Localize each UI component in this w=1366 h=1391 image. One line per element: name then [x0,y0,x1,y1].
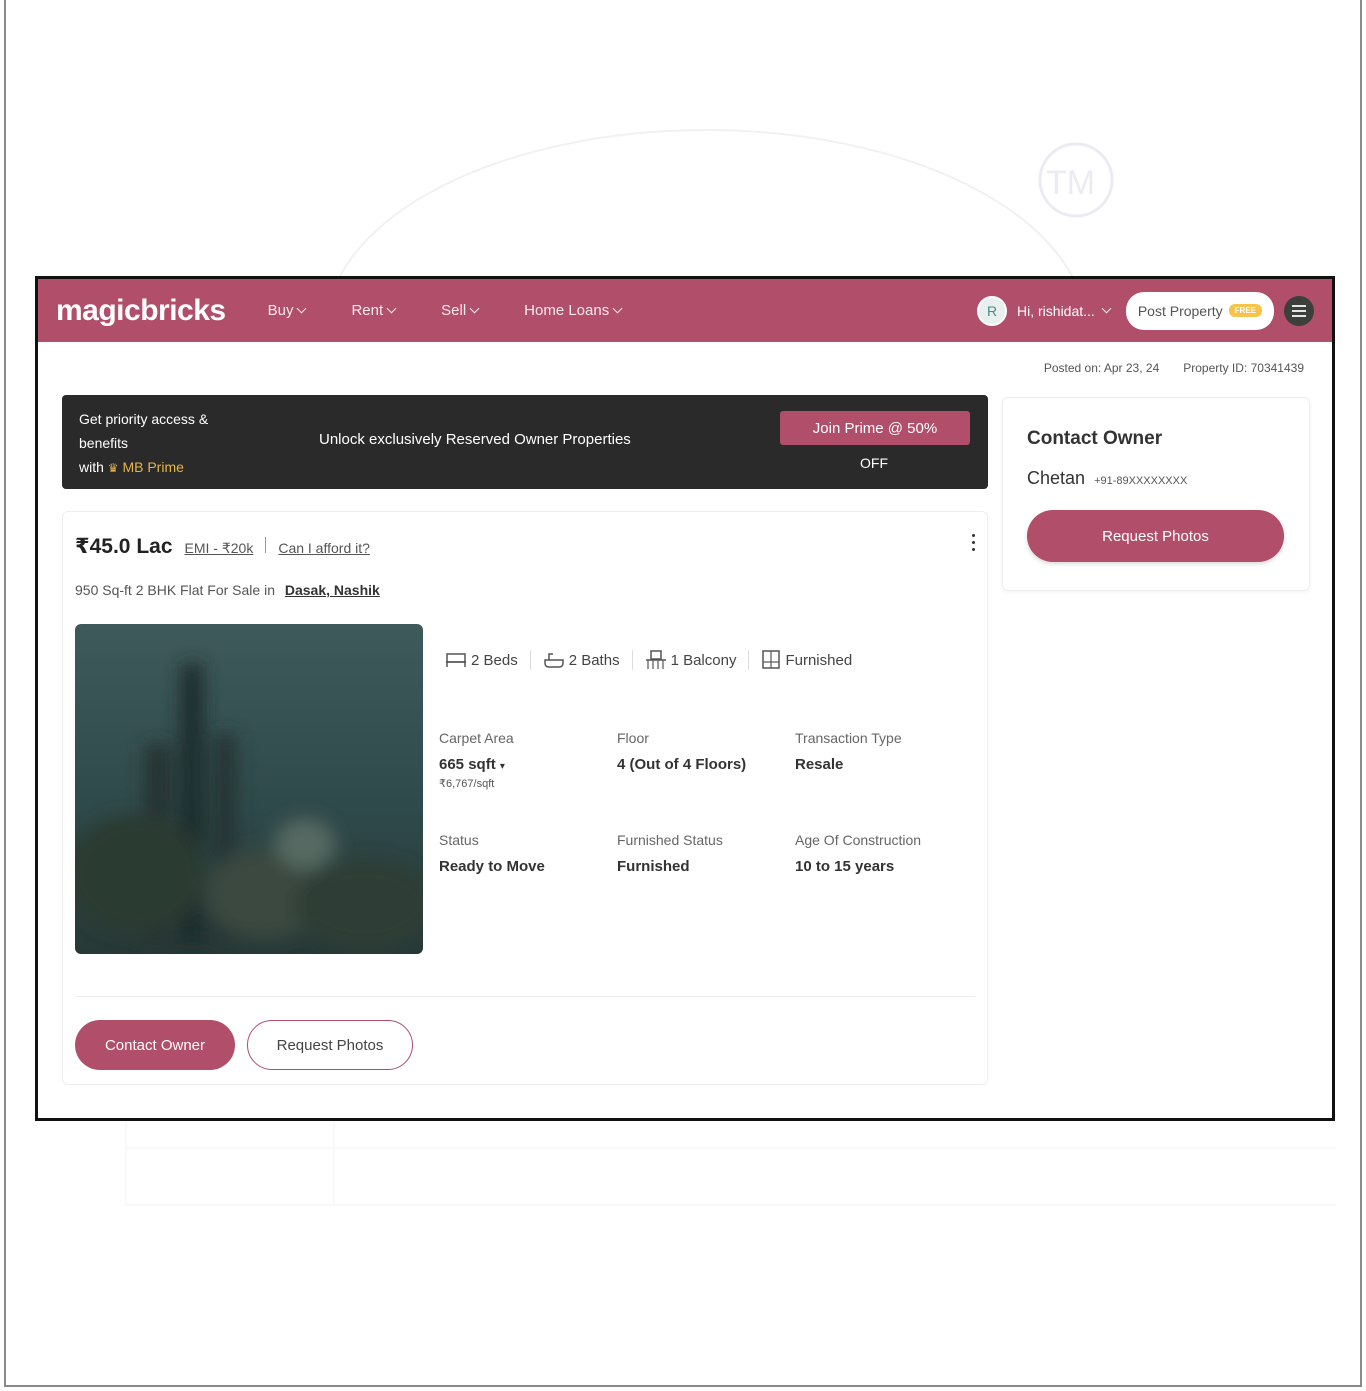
post-property-button[interactable]: Post Property FREE [1125,291,1274,330]
prime-line-2: benefits [79,435,129,451]
nav-home-loans-label: Home Loans [524,302,610,319]
nav-sell-label: Sell [441,302,467,319]
blurred-photo-image [75,624,423,954]
magicbricks-logo[interactable]: magicbricks [56,294,226,328]
price-row: ₹45.0 Lac EMI - ₹20k Can I afford it? [75,534,370,559]
contact-owner-card: Contact Owner Chetan +91-89XXXXXXXX Requ… [1002,397,1310,591]
baths-label: 2 Baths [568,651,620,669]
transaction-spec: Transaction Type Resale [795,730,965,773]
contact-owner-button[interactable]: Contact Owner [75,1020,235,1070]
avatar[interactable]: R [977,295,1008,326]
prime-banner: Get priority access & benefits with ♛ MB… [62,395,988,489]
furnished-status-label: Furnished Status [617,832,723,848]
status-value: Ready to Move [439,858,545,875]
prime-line-1: Get priority access & [79,411,209,427]
listing-subtitle: 950 Sq-ft 2 BHK Flat For Sale in Dasak, … [75,582,380,598]
listing-summary: 950 Sq-ft 2 BHK Flat For Sale in [75,582,275,598]
bathtub-icon [543,653,564,668]
prime-line-3: with ♛ MB Prime [79,455,249,480]
carpet-area-spec: Carpet Area 665 sqft ▾ ₹6,767/sqft [439,730,609,790]
transaction-value: Resale [795,756,844,773]
hamburger-menu-icon[interactable] [1284,295,1314,326]
nav-buy[interactable]: Buy [267,302,307,319]
age-spec: Age Of Construction 10 to 15 years [795,832,965,875]
age-label: Age Of Construction [795,832,922,848]
more-options-icon[interactable] [972,534,975,551]
chevron-down-icon [1101,303,1112,314]
price-per-sqft: ₹6,767/sqft [439,778,495,790]
listing-meta: Posted on: Apr 23, 24 Property ID: 70341… [1044,361,1304,375]
chevron-down-icon [612,303,623,314]
chevron-down-icon [297,303,307,314]
divider [529,650,531,670]
user-greeting: Hi, rishidat... [1017,302,1095,319]
balcony-label: 1 Balcony [670,651,737,669]
balcony-icon [645,650,666,669]
bed-icon [446,653,466,667]
afford-link[interactable]: Can I afford it? [278,540,370,556]
property-listing-card: ₹45.0 Lac EMI - ₹20k Can I afford it? 95… [62,511,988,1085]
post-property-label: Post Property [1137,302,1223,319]
age-value: 10 to 15 years [795,858,895,875]
divider [748,650,750,670]
beds-amenity: 2 Beds [445,651,518,669]
prime-with: with [79,459,104,475]
owner-phone: +91-89XXXXXXXX [1094,475,1188,487]
posted-date: Posted on: Apr 23, 24 [1043,361,1160,375]
card-divider [75,996,975,997]
floor-value: 4 (Out of 4 Floors) [617,756,747,773]
owner-name: Chetan [1027,468,1086,488]
nav-home-loans[interactable]: Home Loans [524,302,623,319]
user-menu[interactable]: Hi, rishidat... [1017,302,1112,319]
emi-link[interactable]: EMI - ₹20k [185,540,254,557]
nav-buy-label: Buy [267,302,294,319]
divider [265,537,267,553]
listing-screenshot: magicbricks Buy Rent Sell Home Loans R H [35,276,1335,1121]
divider [631,650,633,670]
floor-spec: Floor 4 (Out of 4 Floors) [617,730,787,773]
contact-owner-title: Contact Owner [1027,428,1163,449]
crown-icon: ♛ [107,461,119,475]
beds-label: 2 Beds [471,651,518,669]
join-prime-button[interactable]: Join Prime @ 50% [780,411,970,445]
nav-sell[interactable]: Sell [441,302,480,319]
owner-details: Chetan +91-89XXXXXXXX [1027,468,1187,489]
price: ₹45.0 Lac [75,535,173,558]
property-photo[interactable] [75,624,423,954]
chevron-down-icon [386,303,397,314]
carpet-area-value[interactable]: 665 sqft ▾ [439,756,609,773]
request-photos-card-button[interactable]: Request Photos [1027,510,1284,562]
furnished-status-value: Furnished [617,858,690,875]
header-actions: R Hi, rishidat... Post Property FREE [977,291,1314,330]
free-badge: FREE [1228,304,1262,317]
nav-rent[interactable]: Rent [351,302,397,319]
prime-benefits-text: Get priority access & benefits with ♛ MB… [79,407,249,480]
status-label: Status [439,832,479,848]
wardrobe-icon [762,650,781,669]
baths-amenity: 2 Baths [543,651,620,669]
property-id: Property ID: 70341439 [1183,361,1304,375]
furnished-status-spec: Furnished Status Furnished [617,832,787,875]
main-nav: Buy Rent Sell Home Loans [268,302,668,319]
carpet-area-label: Carpet Area [439,730,514,746]
chevron-down-icon [469,303,480,314]
furnished-label: Furnished [785,651,853,669]
mb-prime-label: MB Prime [122,459,184,475]
furnished-amenity: Furnished [761,650,852,670]
top-nav-bar: magicbricks Buy Rent Sell Home Loans R H [38,279,1332,342]
prime-off-label: OFF [860,455,888,471]
amenities-row: 2 Beds 2 Baths 1 Balcony Furnished [445,650,852,670]
prime-unlock-text: Unlock exclusively Reserved Owner Proper… [319,431,631,448]
nav-rent-label: Rent [351,302,384,319]
balcony-amenity: 1 Balcony [645,650,737,670]
request-photos-button[interactable]: Request Photos [247,1020,413,1070]
location-link[interactable]: Dasak, Nashik [285,582,380,598]
floor-label: Floor [617,730,649,746]
status-spec: Status Ready to Move [439,832,609,875]
svg-text:TM: TM [1046,164,1095,202]
transaction-label: Transaction Type [795,730,902,746]
